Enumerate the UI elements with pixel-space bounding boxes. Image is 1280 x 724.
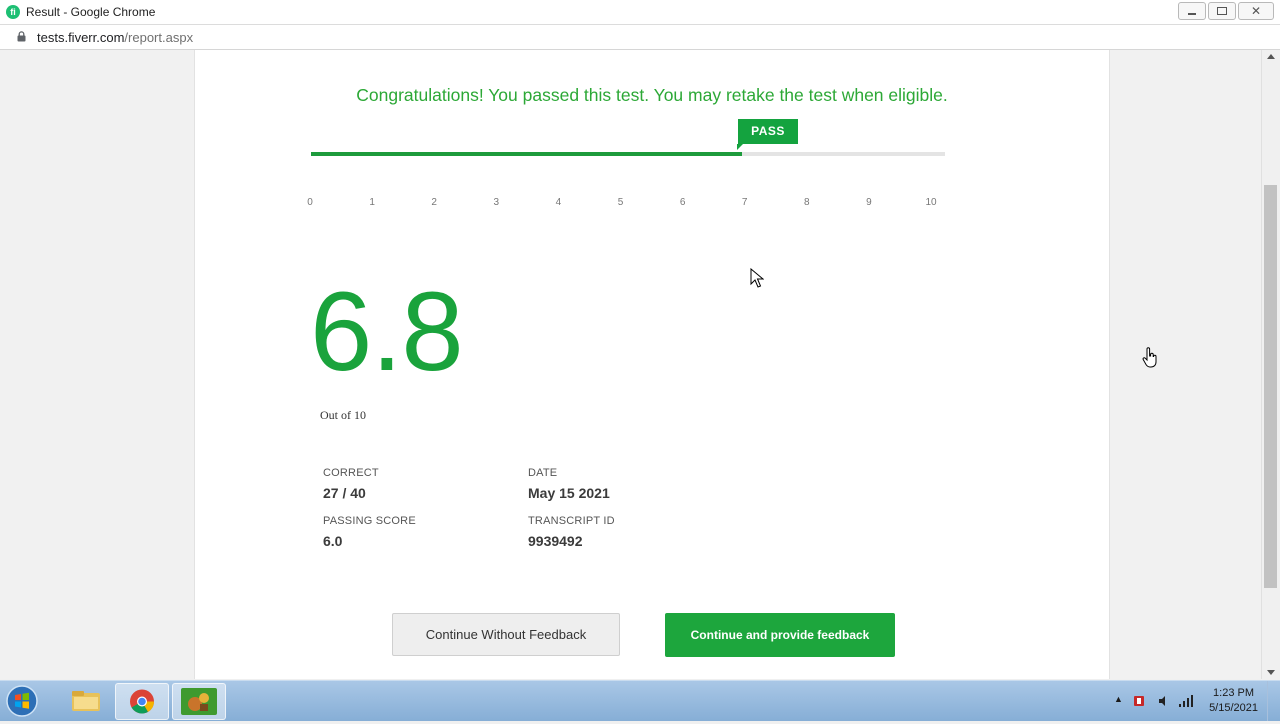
date-label: DATE: [528, 467, 558, 479]
fiverr-favicon-icon: fi: [6, 5, 20, 19]
date-value: May 15 2021: [528, 485, 610, 501]
scale-tick-label: 5: [617, 197, 624, 208]
hand-cursor-icon: [1142, 347, 1157, 368]
show-hidden-icons-icon[interactable]: ▲: [1114, 694, 1123, 704]
window-title: Result - Google Chrome: [26, 5, 156, 19]
score-progress-fill: [311, 152, 743, 156]
score-out-of: Out of 10: [320, 408, 366, 422]
window-controls: ✕: [1178, 2, 1274, 20]
scale-tick-label: 2: [431, 197, 437, 208]
scale-tick-label: 6: [679, 197, 686, 208]
score-progress-bar: [311, 152, 945, 156]
page-scrollbar[interactable]: [1261, 50, 1280, 679]
close-button[interactable]: ✕: [1238, 2, 1274, 20]
taskbar-explorer[interactable]: [60, 683, 112, 718]
scroll-up-icon[interactable]: [1267, 54, 1275, 59]
transcript-id-value: 9939492: [528, 533, 583, 549]
scale-tick-label: 10: [925, 197, 937, 208]
taskbar-clock[interactable]: 1:23 PM 5/15/2021: [1209, 686, 1258, 716]
windows-taskbar: ▲ 1:23 PM 5/15/2021: [0, 680, 1280, 721]
taskbar-game[interactable]: [172, 683, 226, 720]
congratulations-message: Congratulations! You passed this test. Y…: [356, 85, 948, 105]
scale-tick-label: 4: [555, 197, 562, 208]
minimize-button[interactable]: [1178, 2, 1206, 20]
scale-tick-label: 0: [307, 197, 313, 208]
result-card: Congratulations! You passed this test. Y…: [194, 50, 1110, 679]
transcript-id-label: TRANSCRIPT ID: [528, 515, 615, 527]
game-icon: [181, 688, 217, 715]
correct-value: 27 / 40: [323, 485, 366, 501]
maximize-icon: [1217, 7, 1227, 15]
continue-with-feedback-button[interactable]: Continue and provide feedback: [665, 613, 895, 657]
arrow-cursor-icon: [750, 268, 764, 288]
scrollbar-thumb[interactable]: [1264, 185, 1277, 588]
taskbar-chrome[interactable]: [115, 683, 169, 720]
url-text[interactable]: tests.fiverr.com/report.aspx: [37, 30, 193, 45]
url-host: tests.fiverr.com: [37, 30, 125, 45]
scale-tick-label: 1: [369, 197, 375, 208]
scale-tick-label: 7: [741, 197, 748, 208]
lock-icon: [17, 31, 26, 42]
scale-tick-label: 3: [493, 197, 500, 208]
clock-time: 1:23 PM: [1213, 687, 1255, 699]
scroll-down-icon[interactable]: [1267, 670, 1275, 675]
pass-badge: PASS: [737, 119, 798, 150]
passing-score-label: PASSING SCORE: [323, 515, 416, 527]
score-value: 6.8: [310, 269, 464, 394]
minimize-icon: [1188, 13, 1196, 15]
windows-start-icon[interactable]: [3, 683, 41, 719]
correct-label: CORRECT: [323, 467, 379, 479]
chrome-icon: [130, 689, 154, 714]
close-icon: ✕: [1251, 4, 1262, 18]
clock-date: 5/15/2021: [1209, 702, 1258, 714]
folder-icon: [72, 691, 100, 711]
continue-without-feedback-button[interactable]: Continue Without Feedback: [392, 613, 620, 656]
show-desktop-button[interactable]: [1267, 681, 1280, 721]
network-signal-icon[interactable]: [1178, 693, 1194, 708]
address-bar[interactable]: tests.fiverr.com/report.aspx: [0, 25, 1280, 50]
window-titlebar: fi Result - Google Chrome ✕: [0, 0, 1280, 25]
antivirus-tray-icon[interactable]: [1132, 694, 1146, 708]
volume-icon[interactable]: [1156, 694, 1170, 708]
scale-tick-label: 8: [804, 197, 810, 208]
page-viewport: Congratulations! You passed this test. Y…: [0, 50, 1261, 679]
scale-tick-label: 9: [866, 197, 872, 208]
url-path: /report.aspx: [124, 30, 194, 45]
maximize-button[interactable]: [1208, 2, 1236, 20]
passing-score-value: 6.0: [323, 533, 343, 549]
